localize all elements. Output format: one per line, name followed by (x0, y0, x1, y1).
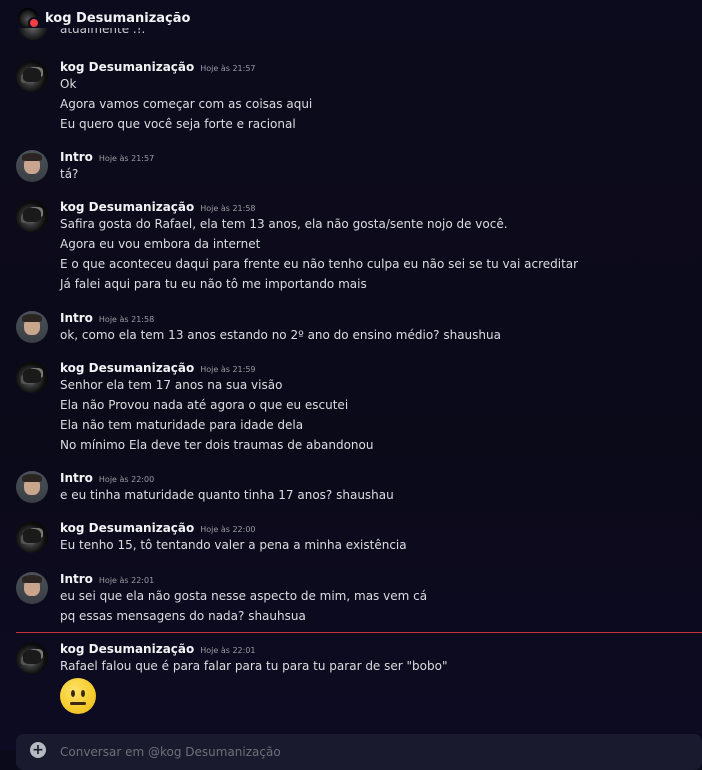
message-header: kog Desumanização Hoje às 22:01 (60, 642, 256, 656)
message-line: No mínimo Ela deve ter dois traumas de a… (60, 438, 374, 452)
cutoff-message: atualmente .!. (18, 28, 418, 40)
author-name[interactable]: kog Desumanização (60, 642, 194, 656)
kog-avatar[interactable] (16, 642, 48, 674)
author-name[interactable]: kog Desumanização (60, 361, 194, 375)
message-line: ok, como ela tem 13 anos estando no 2º a… (60, 328, 501, 342)
channel-title: kog Desumanização (45, 10, 191, 26)
message-line: Já falei aqui para tu eu não tô me impor… (60, 277, 367, 291)
app-window: kog Desumanização atualmente .!. kog Des… (0, 0, 702, 770)
intro-avatar[interactable] (16, 150, 48, 182)
message-line: tá? (60, 167, 79, 181)
kog-avatar[interactable] (16, 200, 48, 232)
timestamp: Hoje às 22:00 (98, 475, 155, 484)
cutoff-text: atualmente .!. (60, 28, 146, 36)
intro-avatar[interactable] (16, 471, 48, 503)
intro-avatar[interactable] (16, 572, 48, 604)
author-name[interactable]: kog Desumanização (60, 200, 194, 214)
timestamp: Hoje às 21:57 (200, 64, 256, 73)
message-header: kog Desumanização Hoje às 21:58 (60, 200, 256, 214)
message-line: pq essas mensagens do nada? shauhsua (60, 609, 306, 623)
emoji-eye (71, 690, 75, 697)
message-input[interactable] (58, 742, 662, 762)
message-line: e eu tinha maturidade quanto tinha 17 an… (60, 488, 394, 502)
timestamp: Hoje às 22:00 (200, 525, 256, 534)
message-line: Agora vamos começar com as coisas aqui (60, 97, 313, 111)
author-name[interactable]: Intro (60, 572, 93, 586)
emoji-eye (81, 690, 85, 697)
message-header: kog Desumanização Hoje às 21:59 (60, 361, 256, 375)
timestamp: Hoje às 21:58 (200, 204, 256, 213)
message-line: eu sei que ela não gosta nesse aspecto d… (60, 589, 428, 603)
message-line: Eu quero que você seja forte e racional (60, 117, 296, 131)
message-line: Eu tenho 15, tô tentando valer a pena a … (60, 538, 407, 552)
kog-avatar[interactable] (16, 60, 48, 92)
kog-avatar[interactable] (16, 361, 48, 393)
add-attachment-icon[interactable]: + (30, 742, 46, 758)
timestamp: Hoje às 22:01 (98, 576, 155, 585)
author-name[interactable]: Intro (60, 471, 93, 485)
timestamp: Hoje às 21:58 (98, 315, 155, 324)
message-header: kog Desumanização Hoje às 21:57 (60, 60, 256, 74)
new-messages-divider (16, 632, 702, 633)
message-line: Rafael falou que é para falar para tu pa… (60, 659, 448, 673)
header-avatar[interactable] (18, 8, 40, 29)
message-header: kog Desumanização Hoje às 22:00 (60, 521, 256, 535)
cutoff-avatar (18, 28, 48, 40)
message-header: Intro Hoje às 21:57 (60, 150, 154, 164)
message-line: Ela não tem maturidade para idade dela (60, 418, 304, 432)
emoji-mouth (70, 702, 86, 705)
message-header: Intro Hoje às 22:00 (60, 471, 154, 485)
message-line: E o que aconteceu daqui para frente eu n… (60, 257, 579, 271)
neutral-face-emoji (60, 678, 96, 714)
message-line: Senhor ela tem 17 anos na sua visão (60, 378, 283, 392)
intro-avatar[interactable] (16, 311, 48, 343)
author-name[interactable]: kog Desumanização (60, 521, 194, 535)
timestamp: Hoje às 21:57 (98, 154, 155, 163)
timestamp: Hoje às 21:59 (200, 365, 256, 374)
author-name[interactable]: Intro (60, 150, 93, 164)
message-line: Safira gosta do Rafael, ela tem 13 anos,… (60, 217, 508, 231)
author-name[interactable]: Intro (60, 311, 93, 325)
message-composer: + (16, 734, 702, 770)
message-header: Intro Hoje às 21:58 (60, 311, 154, 325)
message-line: Ela não Provou nada até agora o que eu e… (60, 398, 349, 412)
kog-avatar[interactable] (16, 521, 48, 553)
message-line: Ok (60, 77, 77, 91)
message-header: Intro Hoje às 22:01 (60, 572, 154, 586)
message-line: Agora eu vou embora da internet (60, 237, 261, 251)
timestamp: Hoje às 22:01 (200, 646, 256, 655)
author-name[interactable]: kog Desumanização (60, 60, 194, 74)
